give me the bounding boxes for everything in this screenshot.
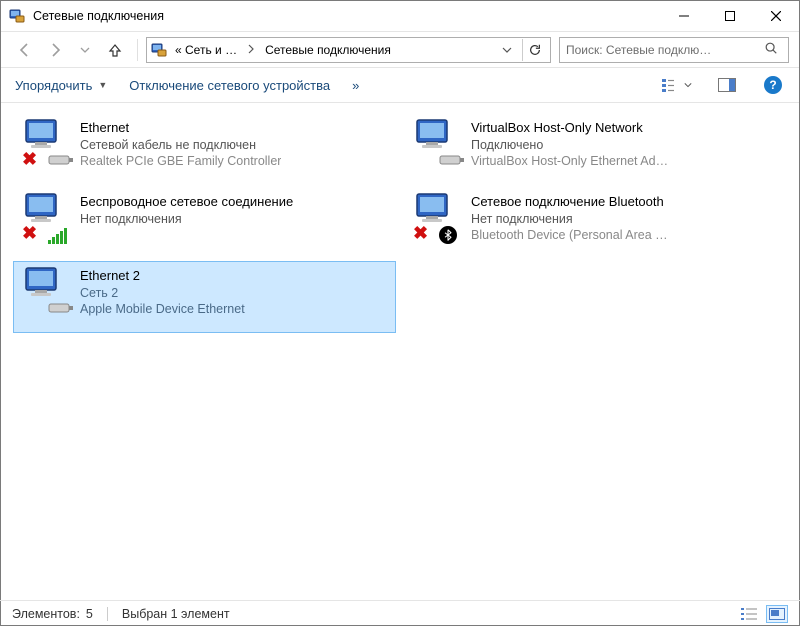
nav-forward-button[interactable] [41, 36, 69, 64]
navigation-bar: « Сеть и … Сетевые подключения Поиск: Се… [1, 31, 799, 67]
connection-item[interactable]: VirtualBox Host-Only Network Подключено … [404, 113, 787, 185]
address-dropdown-button[interactable] [498, 39, 516, 61]
connection-name: Беспроводное сетевое соединение [80, 194, 293, 211]
network-connections-app-icon [9, 8, 25, 24]
connection-name: Сетевое подключение Bluetooth [471, 194, 668, 211]
connection-item[interactable]: ✖ Сетевое подключение Bluetooth Нет подк… [404, 187, 787, 259]
connections-list: ✖ Ethernet Сетевой кабель не подключен R… [1, 103, 799, 343]
help-button[interactable]: ? [759, 73, 787, 97]
toolbar-overflow-button[interactable]: » [350, 75, 361, 96]
connection-item[interactable]: ✖ Беспроводное сетевое соединение Нет по… [13, 187, 396, 259]
connection-device: VirtualBox Host-Only Ethernet Ad… [471, 153, 668, 169]
help-icon: ? [764, 76, 782, 94]
window-close-button[interactable] [753, 1, 799, 31]
address-location-icon [151, 42, 167, 58]
window-title: Сетевые подключения [33, 9, 164, 23]
connection-name: VirtualBox Host-Only Network [471, 120, 668, 137]
connection-status: Сетевой кабель не подключен [80, 137, 281, 153]
toolbar-overflow-label: » [352, 78, 359, 93]
view-options-button[interactable] [657, 73, 695, 97]
connection-icon [20, 266, 76, 322]
disconnected-overlay-icon: ✖ [22, 149, 37, 170]
connection-item[interactable]: ✖ Ethernet Сетевой кабель не подключен R… [13, 113, 396, 185]
titlebar: Сетевые подключения [1, 1, 799, 31]
breadcrumb-parent[interactable]: « Сеть и … [171, 41, 241, 59]
disable-device-label: Отключение сетевого устройства [129, 78, 330, 93]
connection-item[interactable]: Ethernet 2 Сеть 2 Apple Mobile Device Et… [13, 261, 396, 333]
organize-menu-button[interactable]: Упорядочить ▼ [13, 75, 109, 96]
connection-device: Bluetooth Device (Personal Area … [471, 227, 668, 243]
disconnected-overlay-icon: ✖ [22, 223, 37, 244]
connection-status: Сеть 2 [80, 285, 245, 301]
window-minimize-button[interactable] [661, 1, 707, 31]
disable-device-button[interactable]: Отключение сетевого устройства [127, 75, 332, 96]
nav-up-button[interactable] [101, 36, 129, 64]
nav-history-dropdown[interactable] [71, 36, 99, 64]
chevron-down-icon: ▼ [98, 80, 107, 90]
address-bar[interactable]: « Сеть и … Сетевые подключения [146, 37, 551, 63]
connection-device: Apple Mobile Device Ethernet [80, 301, 245, 317]
connection-name: Ethernet [80, 120, 281, 137]
status-items-label: Элементов: [12, 607, 80, 621]
search-placeholder: Поиск: Сетевые подклю… [566, 43, 764, 57]
organize-label: Упорядочить [15, 78, 92, 93]
preview-pane-button[interactable] [713, 73, 741, 97]
window-maximize-button[interactable] [707, 1, 753, 31]
breadcrumb-current[interactable]: Сетевые подключения [261, 41, 395, 59]
wifi-signal-icon [48, 228, 67, 244]
connection-name: Ethernet 2 [80, 268, 245, 285]
status-selected-label: Выбран 1 элемент [122, 607, 230, 621]
view-large-icons-button[interactable] [766, 605, 788, 623]
bluetooth-icon [437, 224, 459, 246]
search-icon [764, 41, 778, 58]
chevron-right-icon[interactable] [245, 43, 257, 57]
disconnected-overlay-icon: ✖ [413, 223, 428, 244]
nav-back-button[interactable] [11, 36, 39, 64]
refresh-button[interactable] [522, 39, 546, 61]
connection-icon: ✖ [20, 192, 76, 248]
connection-icon [411, 118, 467, 174]
connection-status: Подключено [471, 137, 668, 153]
status-bar: Элементов: 5 Выбран 1 элемент [0, 600, 800, 626]
connection-device: Realtek PCIe GBE Family Controller [80, 153, 281, 169]
connection-icon: ✖ [411, 192, 467, 248]
connection-icon: ✖ [20, 118, 76, 174]
connection-status: Нет подключения [471, 211, 668, 227]
command-toolbar: Упорядочить ▼ Отключение сетевого устрой… [1, 67, 799, 103]
view-details-button[interactable] [738, 605, 760, 623]
connection-status: Нет подключения [80, 211, 293, 227]
search-input[interactable]: Поиск: Сетевые подклю… [559, 37, 789, 63]
status-items-count: 5 [86, 607, 93, 621]
